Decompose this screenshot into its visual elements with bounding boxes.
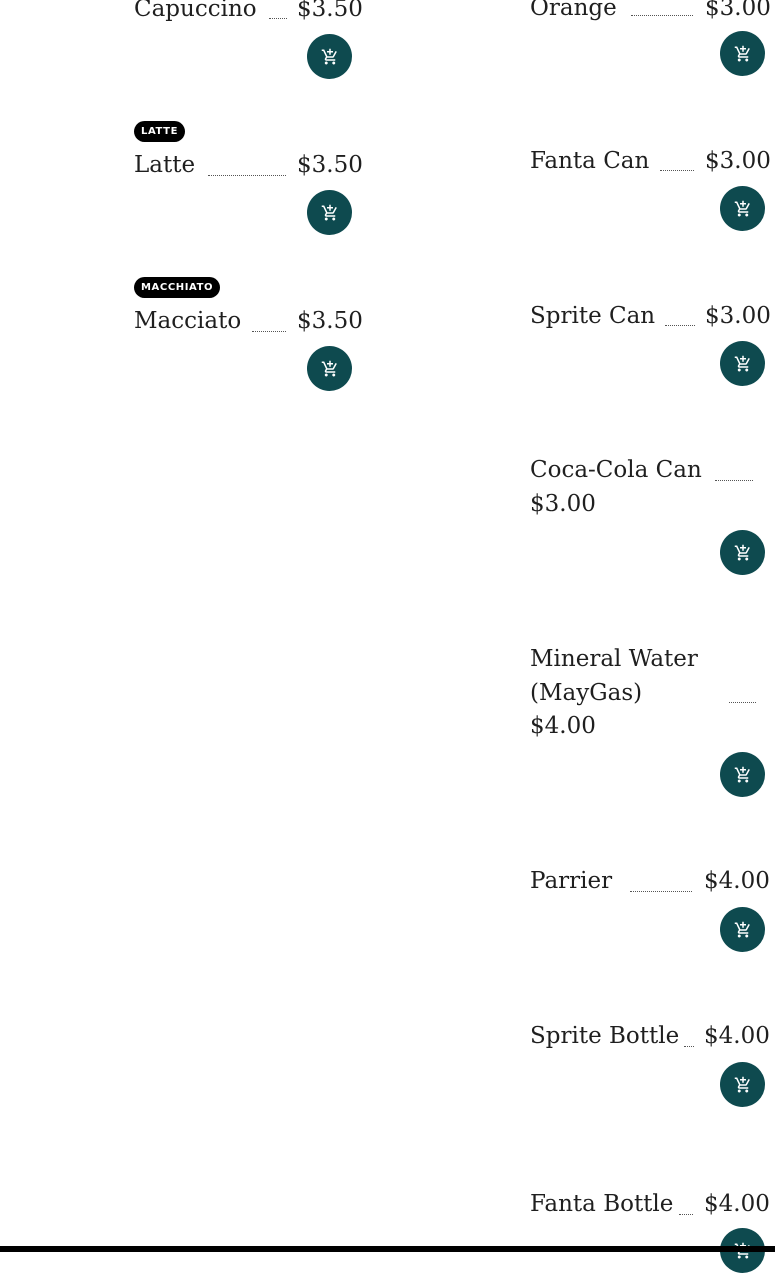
dot-leader	[665, 325, 695, 326]
item-price: $4.00	[530, 713, 596, 739]
item-price: $4.00	[704, 1191, 770, 1217]
item-price: $3.50	[297, 308, 363, 334]
item-name: Fanta Bottle	[530, 1191, 674, 1217]
item-price: $3.00	[530, 491, 596, 517]
item-price: $3.00	[705, 0, 771, 21]
dot-leader	[679, 1214, 693, 1215]
add-shopping-cart-icon	[321, 48, 337, 64]
add-shopping-cart-icon	[321, 204, 337, 220]
item-name: Sprite Bottle	[530, 1023, 680, 1049]
dot-leader	[252, 331, 286, 332]
dot-leader	[715, 480, 753, 481]
add-shopping-cart-icon	[734, 45, 750, 61]
item-name: Coca-Cola Can	[530, 457, 702, 483]
bottom-edge-bar	[0, 1246, 775, 1252]
dot-leader	[208, 175, 286, 176]
add-to-cart-button[interactable]	[307, 190, 352, 235]
add-to-cart-button[interactable]	[720, 341, 765, 386]
item-name: Latte	[134, 152, 196, 178]
add-to-cart-button[interactable]	[307, 34, 352, 79]
add-to-cart-button[interactable]	[720, 752, 765, 797]
item-badge: LATTE	[134, 121, 186, 142]
dot-leader	[729, 702, 756, 703]
item-name: Sprite Can	[530, 303, 656, 329]
add-to-cart-button[interactable]	[720, 530, 765, 575]
add-to-cart-button[interactable]	[720, 1062, 765, 1107]
item-price: $3.00	[705, 148, 771, 174]
item-price: $4.00	[704, 868, 770, 894]
add-shopping-cart-icon	[734, 544, 750, 560]
item-name: Capuccino	[134, 0, 257, 22]
dot-leader	[660, 170, 694, 171]
dot-leader	[631, 15, 693, 16]
add-shopping-cart-icon	[734, 921, 750, 937]
add-shopping-cart-icon	[734, 1076, 750, 1092]
item-badge: MACCHIATO	[134, 277, 221, 298]
add-to-cart-button[interactable]	[720, 31, 765, 76]
item-name: Mineral Water (MayGas)	[530, 646, 698, 706]
add-to-cart-button[interactable]	[720, 186, 765, 231]
item-name: Macciato	[134, 308, 242, 334]
add-to-cart-button[interactable]	[307, 346, 352, 391]
add-shopping-cart-icon	[734, 200, 750, 216]
item-price: $3.00	[705, 303, 771, 329]
add-shopping-cart-icon	[321, 360, 337, 376]
item-price: $4.00	[704, 1023, 770, 1049]
item-name: Fanta Can	[530, 148, 650, 174]
add-shopping-cart-icon	[734, 766, 750, 782]
dot-leader	[269, 18, 287, 19]
item-name: Orange	[530, 0, 617, 21]
add-to-cart-button[interactable]	[720, 907, 765, 952]
dot-leader	[684, 1046, 694, 1047]
item-price: $3.50	[297, 0, 363, 22]
dot-leader	[630, 891, 692, 892]
add-shopping-cart-icon	[734, 355, 750, 371]
item-price: $3.50	[297, 152, 363, 178]
item-name: Parrier	[530, 868, 613, 894]
